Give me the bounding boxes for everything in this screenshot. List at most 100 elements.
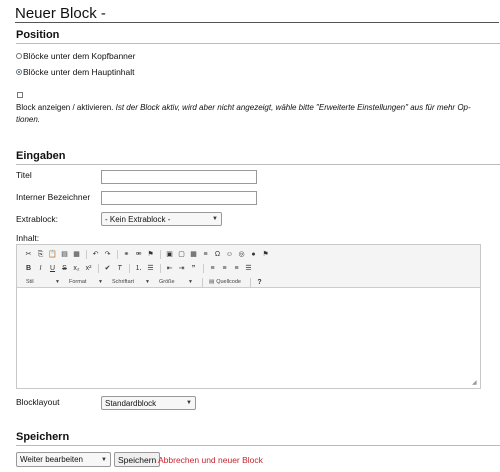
superscript-icon[interactable]: x² <box>83 263 94 274</box>
style-combo-label: Stil <box>26 279 34 285</box>
toolbar-separator <box>202 277 203 287</box>
horizontal-rule-icon[interactable]: ≡ <box>200 249 211 260</box>
position-divider <box>16 43 500 44</box>
toolbar-row-1: ✂ ⎘ 📋 ▤ ▦ ↶ ↷ ⚭ ⚮ ⚑ ▣ ▢ ▦ ≡ Ω ☺ ◎ ● ⚑ <box>23 248 272 260</box>
activation-hint-2: tionen. <box>16 115 41 124</box>
help-button[interactable]: ? <box>254 277 265 288</box>
special-char-icon[interactable]: Ω <box>212 249 223 260</box>
page-title: Neuer Block - <box>15 5 106 22</box>
save-heading: Speichern <box>16 431 70 443</box>
save-mode-select[interactable]: Weiter bearbeiten ▼ <box>16 452 111 467</box>
size-combo-label: Größe <box>159 279 175 285</box>
undo-icon[interactable]: ↶ <box>90 249 101 260</box>
cancel-new-block-link[interactable]: Abbrechen und neuer Block <box>158 455 263 465</box>
rich-text-editor[interactable]: ✂ ⎘ 📋 ▤ ▦ ↶ ↷ ⚭ ⚮ ⚑ ▣ ▢ ▦ ≡ Ω ☺ ◎ ● ⚑ B … <box>16 244 481 389</box>
italic-icon[interactable]: I <box>35 263 46 274</box>
copy-icon[interactable]: ⎘ <box>35 249 46 260</box>
editor-toolbar: ✂ ⎘ 📋 ▤ ▦ ↶ ↷ ⚭ ⚮ ⚑ ▣ ▢ ▦ ≡ Ω ☺ ◎ ● ⚑ B … <box>17 245 480 288</box>
radio-kopfbanner[interactable] <box>16 53 22 59</box>
position-heading: Position <box>16 29 60 41</box>
iframe-icon[interactable]: ◎ <box>236 249 247 260</box>
source-button[interactable]: ▤ Quellcode <box>206 278 244 287</box>
internal-label: Interner Bezeichner <box>16 192 91 202</box>
source-icon: ▤ <box>209 279 215 285</box>
remove-format-icon[interactable]: ✔ <box>102 263 113 274</box>
format-combo[interactable]: Format ▼ <box>66 278 106 287</box>
flash-icon[interactable]: ▢ <box>176 249 187 260</box>
save-mode-value: Weiter bearbeiten <box>20 455 83 464</box>
unlink-icon[interactable]: ⚮ <box>133 249 144 260</box>
chevron-down-icon: ▼ <box>145 279 150 285</box>
italic-clear-icon[interactable]: T <box>114 263 125 274</box>
radio-option-kopfbanner[interactable]: Blöcke unter dem Kopfbanner <box>16 51 135 61</box>
font-combo[interactable]: Schriftart ▼ <box>109 278 153 287</box>
numbered-list-icon[interactable]: ⒈ <box>133 263 144 274</box>
radio-hauptinhalt[interactable] <box>16 69 22 75</box>
chevron-down-icon: ▼ <box>98 279 103 285</box>
outdent-icon[interactable]: ⇤ <box>164 263 175 274</box>
extrablock-select[interactable]: - Kein Extrablock - ▼ <box>101 212 222 226</box>
strike-icon[interactable]: S <box>59 263 70 274</box>
radio-kopfbanner-label: Blöcke unter dem Kopfbanner <box>23 51 136 61</box>
align-left-icon[interactable]: ≡ <box>207 263 218 274</box>
justify-icon[interactable]: ☰ <box>243 263 254 274</box>
size-combo[interactable]: Größe ▼ <box>156 278 196 287</box>
blocklayout-select[interactable]: Standardblock ▼ <box>101 396 196 410</box>
toolbar-row-2: B I U S x₂ x² ✔ T ⒈ ☰ ⇤ ⇥ ” ≡ ≡ ≡ ☰ <box>23 262 255 274</box>
smiley-icon[interactable]: ☺ <box>224 249 235 260</box>
toolbar-separator <box>117 249 118 259</box>
bold-icon[interactable]: B <box>23 263 34 274</box>
inputs-divider <box>16 164 500 165</box>
image-icon[interactable]: ▣ <box>164 249 175 260</box>
paste-word-icon[interactable]: ▦ <box>71 249 82 260</box>
paste-icon[interactable]: 📋 <box>47 249 58 260</box>
title-label: Titel <box>16 170 32 180</box>
save-button[interactable]: Speichern <box>114 452 161 467</box>
editor-content-area[interactable] <box>17 289 480 388</box>
indent-icon[interactable]: ⇥ <box>176 263 187 274</box>
activation-label: Block anzeigen / aktivieren. <box>16 103 114 112</box>
toolbar-separator <box>250 277 251 287</box>
resize-grip-icon[interactable]: ◢ <box>472 380 478 386</box>
toolbar-separator <box>160 263 161 273</box>
align-right-icon[interactable]: ≡ <box>231 263 242 274</box>
blocklayout-label: Blocklayout <box>16 397 60 407</box>
link-icon[interactable]: ⚭ <box>121 249 132 260</box>
toolbar-separator <box>129 263 130 273</box>
title-divider <box>15 22 499 23</box>
anchor-icon[interactable]: ⚑ <box>145 249 156 260</box>
inputs-heading: Eingaben <box>16 150 66 162</box>
radio-option-hauptinhalt[interactable]: Blöcke unter dem Hauptinhalt <box>16 67 135 77</box>
source-label: Quellcode <box>216 279 241 285</box>
flag-icon[interactable]: ⚑ <box>260 249 271 260</box>
subscript-icon[interactable]: x₂ <box>71 263 82 274</box>
activation-hint-1: Ist der Block aktiv, wird aber nicht ang… <box>115 103 471 112</box>
paste-text-icon[interactable]: ▤ <box>59 249 70 260</box>
title-input[interactable] <box>101 170 257 184</box>
extrablock-label: Extrablock: <box>16 214 59 224</box>
extrablock-select-value: - Kein Extrablock - <box>105 214 171 224</box>
chevron-down-icon: ▼ <box>212 216 218 222</box>
toolbar-separator <box>86 249 87 259</box>
content-label: Inhalt: <box>16 233 40 243</box>
style-combo[interactable]: Stil ▼ <box>23 278 63 287</box>
radio-hauptinhalt-label: Blöcke unter dem Hauptinhalt <box>23 67 135 77</box>
underline-icon[interactable]: U <box>47 263 58 274</box>
bullet-list-icon[interactable]: ☰ <box>145 263 156 274</box>
toolbar-separator <box>98 263 99 273</box>
activate-checkbox[interactable] <box>17 92 23 98</box>
blockquote-icon[interactable]: ” <box>188 263 199 274</box>
blocklayout-select-value: Standardblock <box>105 398 157 408</box>
page-break-icon[interactable]: ● <box>248 249 259 260</box>
internal-name-input[interactable] <box>101 191 257 205</box>
align-center-icon[interactable]: ≡ <box>219 263 230 274</box>
font-combo-label: Schriftart <box>112 279 135 285</box>
chevron-down-icon: ▼ <box>55 279 60 285</box>
table-icon[interactable]: ▦ <box>188 249 199 260</box>
chevron-down-icon: ▼ <box>186 400 192 406</box>
format-combo-label: Format <box>69 279 87 285</box>
redo-icon[interactable]: ↷ <box>102 249 113 260</box>
chevron-down-icon: ▼ <box>101 456 107 463</box>
save-divider <box>16 445 500 446</box>
cut-icon[interactable]: ✂ <box>23 249 34 260</box>
